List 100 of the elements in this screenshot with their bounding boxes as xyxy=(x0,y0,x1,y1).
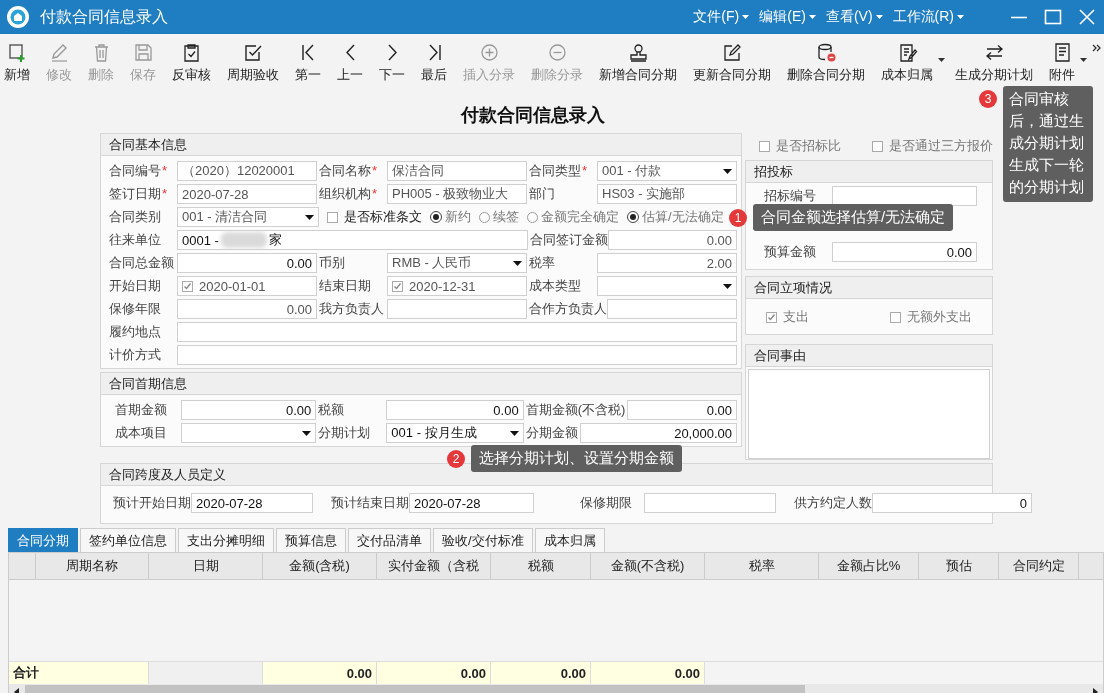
input-field[interactable]: 2020-07-28 xyxy=(177,184,317,204)
toolbar-button[interactable]: 新增合同分期 xyxy=(591,42,685,84)
checkbox[interactable]: 是否通过三方报价 xyxy=(872,137,993,155)
field-label: 首期金额 xyxy=(114,401,168,419)
input-field[interactable]: 2020-07-28 xyxy=(409,493,534,513)
radio-icon[interactable] xyxy=(430,211,442,223)
input-field[interactable] xyxy=(607,299,737,319)
input-field[interactable] xyxy=(644,493,776,513)
tab[interactable]: 成本归属 xyxy=(534,528,605,552)
input-field[interactable]: 0001 - 家 xyxy=(177,230,529,250)
radio-icon[interactable] xyxy=(479,211,490,223)
tab[interactable]: 签约单位信息 xyxy=(80,528,176,552)
toolbar-button[interactable]: 下一 xyxy=(371,42,413,84)
toolbar-button[interactable]: 附件 xyxy=(1041,42,1089,84)
caret-icon xyxy=(302,430,312,436)
caret-icon xyxy=(957,15,964,19)
toolbar-button[interactable]: 上一 xyxy=(329,42,371,84)
column-header[interactable]: 实付金额（含税 xyxy=(377,553,491,579)
step-badge: 3 xyxy=(979,90,997,108)
menu-item[interactable]: 查看(V) xyxy=(825,8,883,26)
input-field[interactable]: HS03 - 实施部 xyxy=(597,184,737,204)
step-badge: 2 xyxy=(447,449,465,468)
input-field[interactable]: （2020）12020001 xyxy=(177,161,317,181)
toolbar-button[interactable]: 最后 xyxy=(413,42,455,84)
field-label: 分期计划 xyxy=(318,424,372,442)
toolbar-button[interactable]: 新增 xyxy=(4,42,38,84)
input-field[interactable]: 0.00 xyxy=(386,400,524,420)
field-label: 合同总金额 xyxy=(109,254,175,272)
section-header: 合同跨度及人员定义 xyxy=(101,464,992,486)
toolbar-button[interactable]: 反审核 xyxy=(164,42,219,84)
checkbox[interactable]: 无额外支出 xyxy=(890,308,972,326)
menu-item[interactable]: 编辑(E) xyxy=(759,8,816,26)
close-icon[interactable] xyxy=(1078,8,1096,26)
dropdown-field[interactable]: 001 - 清洁合同 xyxy=(177,207,319,227)
column-header[interactable]: 金额(含税) xyxy=(263,553,377,579)
toolbar-button[interactable]: 更新合同分期 xyxy=(685,42,779,84)
input-field[interactable] xyxy=(177,345,737,365)
tab[interactable]: 支出分摊明细 xyxy=(178,528,274,552)
input-field[interactable]: 0.00 xyxy=(181,400,317,420)
radio-button[interactable]: 续签 xyxy=(479,208,519,226)
toolbar-button[interactable]: 删除合同分期 xyxy=(779,42,873,84)
input-field[interactable]: 2.00 xyxy=(597,253,737,273)
checkbox[interactable]: 是否招标比 xyxy=(759,137,841,155)
field-label: 合同类别 xyxy=(109,208,162,226)
input-field[interactable]: 0.00 xyxy=(832,242,977,262)
tab[interactable]: 合同分期 xyxy=(8,528,78,552)
radio-icon[interactable] xyxy=(527,211,538,223)
toolbar-button[interactable]: 周期验收 xyxy=(219,42,287,84)
tab[interactable]: 预算信息 xyxy=(276,528,346,552)
checkbox[interactable] xyxy=(182,280,193,292)
floppy-icon xyxy=(132,42,154,63)
input-field[interactable]: 0.00 xyxy=(608,230,737,250)
caret-icon xyxy=(875,15,883,19)
column-header[interactable]: 金额占比% xyxy=(819,553,919,579)
input-field[interactable] xyxy=(832,186,977,206)
tab[interactable]: 交付品清单 xyxy=(348,528,431,552)
input-field[interactable]: 0 xyxy=(872,493,1032,513)
maximize-icon[interactable] xyxy=(1044,8,1062,26)
toolbar-button[interactable]: 第一 xyxy=(287,42,329,84)
input-field[interactable]: 2020-01-01 xyxy=(177,276,317,296)
input-field[interactable]: PH005 - 极致物业大 xyxy=(387,184,527,204)
dropdown-field[interactable]: RMB - 人民币 xyxy=(387,253,527,273)
input-field[interactable] xyxy=(177,322,737,342)
dropdown-field[interactable]: 001 - 按月生成 xyxy=(386,423,524,443)
overflow-icon[interactable] xyxy=(1092,44,1102,52)
radio-icon[interactable] xyxy=(627,211,639,223)
input-field[interactable]: 20,000.00 xyxy=(579,423,737,443)
column-header[interactable]: 税额 xyxy=(491,553,591,579)
field-label: 开始日期 xyxy=(109,277,162,295)
checkbox[interactable] xyxy=(392,280,403,292)
text-area[interactable] xyxy=(748,369,990,459)
toolbar-button[interactable]: 成本归属 xyxy=(873,42,947,84)
caret-icon xyxy=(808,15,816,19)
column-header[interactable]: 税率 xyxy=(705,553,819,579)
column-header[interactable]: 周期名称 xyxy=(36,553,149,579)
dropdown-field[interactable] xyxy=(597,276,737,296)
column-header[interactable]: 合同约定 xyxy=(999,553,1079,579)
menu-item[interactable]: 文件(F) xyxy=(693,8,750,26)
input-field[interactable] xyxy=(387,299,527,319)
tab[interactable]: 验收/交付标准 xyxy=(433,528,533,552)
radio-button[interactable]: 新约 xyxy=(430,208,471,226)
radio-button[interactable]: 估算/无法确定 xyxy=(627,208,724,226)
column-header[interactable]: 预估 xyxy=(919,553,999,579)
menu-item[interactable]: 工作流(R) xyxy=(892,8,964,26)
input-field[interactable]: 0.00 xyxy=(627,400,737,420)
dropdown-field[interactable] xyxy=(181,423,317,443)
dropdown-field[interactable]: 001 - 付款 xyxy=(597,161,737,181)
column-header[interactable]: 金额(不含税) xyxy=(591,553,705,579)
input-field[interactable]: 2020-07-28 xyxy=(191,493,313,513)
radio-button[interactable]: 金额完全确定 xyxy=(527,208,619,226)
input-field[interactable]: 0.00 xyxy=(177,299,317,319)
input-field[interactable]: 2020-12-31 xyxy=(387,276,527,296)
column-header[interactable]: 日期 xyxy=(149,553,263,579)
edit-icon xyxy=(721,42,743,63)
checkbox[interactable]: 支出 xyxy=(766,308,809,326)
input-field[interactable]: 保洁合同 xyxy=(387,161,527,181)
input-field[interactable]: 0.00 xyxy=(177,253,317,273)
checkbox[interactable]: 是否标准条文 xyxy=(327,208,422,226)
section-header: 合同事由 xyxy=(746,345,992,367)
toolbar-button[interactable]: 生成分期计划 xyxy=(947,42,1041,84)
